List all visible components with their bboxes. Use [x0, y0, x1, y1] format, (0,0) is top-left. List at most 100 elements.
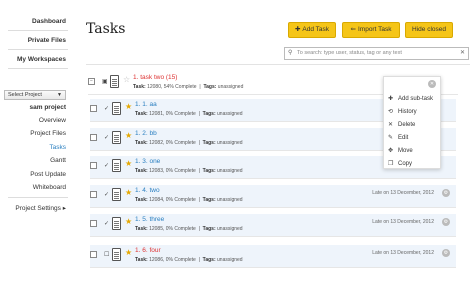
task-label: Task:: [133, 84, 146, 90]
star-icon[interactable]: ★: [125, 131, 132, 140]
check-icon[interactable]: ✓: [104, 105, 109, 112]
project-select[interactable]: Select Project ▼: [4, 90, 66, 100]
check-icon[interactable]: ☐: [104, 251, 109, 258]
task-id-progress: 12081, 0% Complete: [149, 111, 196, 117]
task-id-progress: 12086, 0% Complete: [149, 257, 196, 263]
expand-toggle[interactable]: [90, 191, 97, 198]
task-context-menu: ✕ ✚ Add sub-task ⟲ History ✕ Delete ✎ Edit ✥…: [383, 76, 441, 169]
star-icon[interactable]: ★: [125, 248, 132, 257]
task-document-icon[interactable]: [112, 102, 121, 115]
task-tags: unassigned: [217, 257, 243, 263]
menu-item-history[interactable]: ⟲ History: [388, 108, 417, 115]
task-label: Task:: [135, 140, 148, 146]
task-row[interactable]: ✓ ★ 1. 4. two Task: 12084, 0% Complete | Ta…: [90, 185, 456, 208]
task-meta: Task: 12081, 0% Complete | Tags: unassig…: [135, 111, 243, 117]
task-tags: unassigned: [217, 226, 243, 232]
nav-dashboard[interactable]: Dashboard: [32, 18, 66, 25]
menu-item-move[interactable]: ✥ Move: [388, 147, 413, 154]
sidebar-item-tasks[interactable]: Tasks: [49, 144, 66, 151]
task-label: Task:: [135, 168, 148, 174]
menu-item-label: Edit: [398, 135, 409, 141]
gear-icon[interactable]: ⚙: [442, 249, 450, 257]
sidebar-item-whiteboard[interactable]: Whiteboard: [33, 184, 66, 191]
late-status: Late on 13 December, 2012: [372, 250, 434, 256]
task-document-icon[interactable]: [112, 217, 121, 230]
task-label: Task:: [135, 257, 148, 263]
menu-item-add-sub-task[interactable]: ✚ Add sub-task: [388, 95, 433, 102]
check-icon[interactable]: ✓: [104, 220, 109, 227]
tags-label: Tags:: [202, 140, 216, 146]
hide-closed-button[interactable]: Hide closed: [405, 22, 453, 38]
tags-label: Tags:: [202, 226, 216, 232]
star-icon[interactable]: ★: [125, 159, 132, 168]
expand-toggle[interactable]: [90, 105, 97, 112]
expand-toggle[interactable]: [90, 134, 97, 141]
close-icon[interactable]: ✕: [428, 80, 436, 88]
import-task-button[interactable]: ⇐ Import Task: [342, 22, 400, 38]
task-tags: unassigned: [217, 84, 244, 90]
chevron-right-icon: ▸: [62, 205, 66, 212]
tags-label: Tags:: [202, 257, 216, 263]
check-icon[interactable]: ✓: [104, 191, 109, 198]
expand-toggle[interactable]: [90, 220, 97, 227]
task-meta: Task: 12086, 0% Complete | Tags: unassig…: [135, 257, 243, 263]
task-tags: unassigned: [217, 197, 243, 203]
star-icon[interactable]: ★: [125, 217, 132, 226]
task-document-icon[interactable]: [110, 75, 119, 88]
star-icon[interactable]: ☆: [123, 75, 130, 84]
divider: [8, 68, 68, 69]
task-document-icon[interactable]: [112, 248, 121, 261]
import-icon: ⇐: [350, 26, 356, 33]
expand-toggle[interactable]: [90, 162, 97, 169]
menu-item-copy[interactable]: ❐ Copy: [388, 160, 412, 167]
hide-closed-label: Hide closed: [412, 26, 446, 33]
history-icon: ⟲: [388, 109, 394, 115]
tags-label: Tags:: [202, 197, 216, 203]
search-input[interactable]: ⚲ To search: type user, status, tag or a…: [284, 47, 469, 60]
check-icon[interactable]: ✓: [104, 134, 109, 141]
divider: [8, 197, 68, 198]
check-icon[interactable]: ✓: [104, 162, 109, 169]
task-document-icon[interactable]: [112, 188, 121, 201]
menu-item-edit[interactable]: ✎ Edit: [388, 134, 408, 141]
expand-toggle[interactable]: [90, 251, 97, 258]
sidebar-item-project-settings[interactable]: Project Settings ▸: [15, 204, 66, 212]
task-name-link[interactable]: 1. 4. two: [135, 187, 160, 194]
task-document-icon[interactable]: [112, 159, 121, 172]
star-icon[interactable]: ★: [125, 188, 132, 197]
sidebar-item-post-update[interactable]: Post Update: [30, 171, 66, 178]
divider: [8, 49, 68, 50]
menu-item-delete[interactable]: ✕ Delete: [388, 121, 415, 128]
task-row[interactable]: ☐ ★ 1. 6. four Task: 12086, 0% Complete | T…: [90, 245, 456, 268]
sidebar: Dashboard Private Files My Workspaces Se…: [0, 0, 70, 281]
sidebar-item-overview[interactable]: Overview: [39, 117, 66, 124]
task-name-link[interactable]: 1. task two (15): [133, 74, 177, 81]
import-task-label: Import Task: [357, 26, 392, 33]
menu-item-label: Add sub-task: [398, 96, 434, 102]
nav-private-files[interactable]: Private Files: [28, 37, 66, 44]
checkbox-icon[interactable]: ▣: [102, 78, 108, 85]
copy-icon: ❐: [388, 161, 394, 167]
task-name-link[interactable]: 1. 2. bb: [135, 130, 157, 137]
nav-my-workspaces[interactable]: My Workspaces: [17, 56, 66, 63]
task-name-link[interactable]: 1. 6. four: [135, 247, 161, 254]
delete-icon: ✕: [388, 122, 394, 128]
task-name-link[interactable]: 1. 3. one: [135, 158, 160, 165]
task-name-link[interactable]: 1. 1. aa: [135, 101, 157, 108]
clear-icon[interactable]: ✕: [460, 48, 465, 59]
tags-label: Tags:: [203, 84, 217, 90]
task-name-link[interactable]: 1. 5. three: [135, 216, 164, 223]
plus-icon: ✚: [388, 96, 394, 102]
add-task-button[interactable]: ✚ Add Task: [288, 22, 336, 38]
task-row[interactable]: ✓ ★ 1. 5. three Task: 12085, 0% Complete | …: [90, 214, 456, 237]
menu-item-label: Move: [398, 148, 413, 154]
gear-icon[interactable]: ⚙: [442, 189, 450, 197]
gear-icon[interactable]: ⚙: [442, 218, 450, 226]
task-label: Task:: [135, 197, 148, 203]
sidebar-item-gantt[interactable]: Gantt: [50, 157, 66, 164]
tags-label: Tags:: [202, 168, 216, 174]
star-icon[interactable]: ★: [125, 102, 132, 111]
task-document-icon[interactable]: [112, 131, 121, 144]
sidebar-item-project-files[interactable]: Project Files: [30, 130, 66, 137]
expand-toggle[interactable]: −: [88, 78, 95, 85]
